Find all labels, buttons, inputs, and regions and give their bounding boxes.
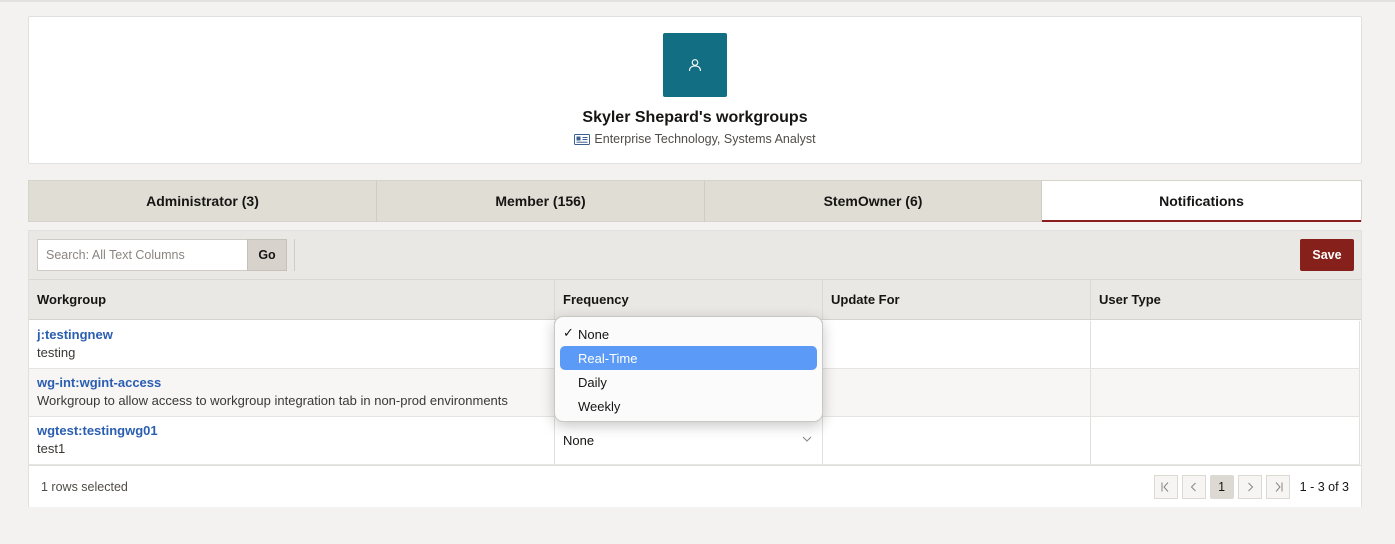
tab-administrator[interactable]: Administrator (3) xyxy=(29,181,377,221)
profile-title: Skyler Shepard's workgroups xyxy=(582,109,808,126)
pagination: 1 1 - 3 of 3 xyxy=(1150,475,1349,499)
table-row[interactable]: wgtest:testingwg01 test1 None xyxy=(29,417,1360,465)
top-divider xyxy=(0,0,1395,2)
workgroup-cell: wgtest:testingwg01 test1 xyxy=(29,417,555,464)
dropdown-option-daily[interactable]: Daily xyxy=(560,370,817,394)
workgroup-description: testing xyxy=(37,345,76,360)
column-header-update-for[interactable]: Update For xyxy=(823,280,1091,319)
column-header-workgroup[interactable]: Workgroup xyxy=(29,280,555,319)
rows-selected-label: 1 rows selected xyxy=(41,480,128,494)
frequency-select[interactable]: None xyxy=(555,417,822,464)
id-card-icon xyxy=(574,133,591,145)
update-for-cell[interactable] xyxy=(823,321,1091,368)
workgroup-cell: j:testingnew testing xyxy=(29,321,555,368)
checkmark-icon: ✓ xyxy=(563,325,574,340)
user-type-cell[interactable] xyxy=(1091,417,1360,464)
chevron-right-icon xyxy=(1247,482,1253,492)
dropdown-option-label: Daily xyxy=(578,374,607,390)
update-for-cell[interactable] xyxy=(823,369,1091,416)
workgroup-link[interactable]: j:testingnew xyxy=(37,327,554,342)
last-page-button[interactable] xyxy=(1265,475,1290,499)
dropdown-option-label: None xyxy=(578,326,610,342)
grid-toolbar: Go Save xyxy=(29,231,1361,280)
dropdown-option-weekly[interactable]: Weekly xyxy=(560,394,817,418)
tab-stemowner[interactable]: StemOwner (6) xyxy=(705,181,1042,221)
last-page-icon xyxy=(1275,482,1283,492)
workgroup-cell: wg-int:wgint-access Workgroup to allow a… xyxy=(29,369,555,416)
workgroup-link[interactable]: wgtest:testingwg01 xyxy=(37,423,554,438)
avatar xyxy=(663,33,727,97)
next-page-button[interactable] xyxy=(1237,475,1262,499)
grid-footer: 1 rows selected 1 1 - 3 of 3 xyxy=(29,465,1361,507)
update-for-cell[interactable] xyxy=(823,417,1091,464)
profile-card: Skyler Shepard's workgroups Enterprise T… xyxy=(28,16,1362,164)
tab-member[interactable]: Member (156) xyxy=(377,181,705,221)
toolbar-divider xyxy=(294,239,295,271)
workgroup-description: test1 xyxy=(37,441,66,456)
frequency-select-value: None xyxy=(563,433,595,448)
go-button[interactable]: Go xyxy=(247,239,287,271)
dropdown-option-real-time[interactable]: Real-Time xyxy=(560,346,817,370)
first-page-icon xyxy=(1161,482,1169,492)
column-header-frequency[interactable]: Frequency xyxy=(555,280,823,319)
dropdown-option-label: Weekly xyxy=(578,398,621,414)
chevron-down-icon xyxy=(802,436,812,442)
chevron-left-icon xyxy=(1190,482,1196,492)
dropdown-option-none[interactable]: ✓ None xyxy=(560,322,817,346)
current-page-button[interactable]: 1 xyxy=(1209,475,1234,499)
profile-subtitle-text: Enterprise Technology, Systems Analyst xyxy=(594,132,816,146)
save-button[interactable]: Save xyxy=(1300,239,1354,271)
previous-page-button[interactable] xyxy=(1181,475,1206,499)
tab-bar: Administrator (3) Member (156) StemOwner… xyxy=(28,180,1362,222)
frequency-cell: None xyxy=(555,417,823,464)
frequency-dropdown-menu: ✓ None Real-Time Daily Weekly xyxy=(554,316,823,422)
user-type-cell[interactable] xyxy=(1091,369,1360,416)
profile-subtitle: Enterprise Technology, Systems Analyst xyxy=(29,132,1361,146)
workgroup-description: Workgroup to allow access to workgroup i… xyxy=(37,393,508,408)
dropdown-option-label: Real-Time xyxy=(578,350,638,366)
tab-notifications[interactable]: Notifications xyxy=(1042,181,1361,222)
page-range-label: 1 - 3 of 3 xyxy=(1299,480,1349,494)
column-header-user-type[interactable]: User Type xyxy=(1091,280,1361,319)
search-input[interactable] xyxy=(37,239,247,271)
workgroup-link[interactable]: wg-int:wgint-access xyxy=(37,375,554,390)
first-page-button[interactable] xyxy=(1153,475,1178,499)
user-type-cell[interactable] xyxy=(1091,321,1360,368)
grid-header: Workgroup Frequency Update For User Type xyxy=(29,280,1361,320)
user-icon xyxy=(688,59,702,72)
